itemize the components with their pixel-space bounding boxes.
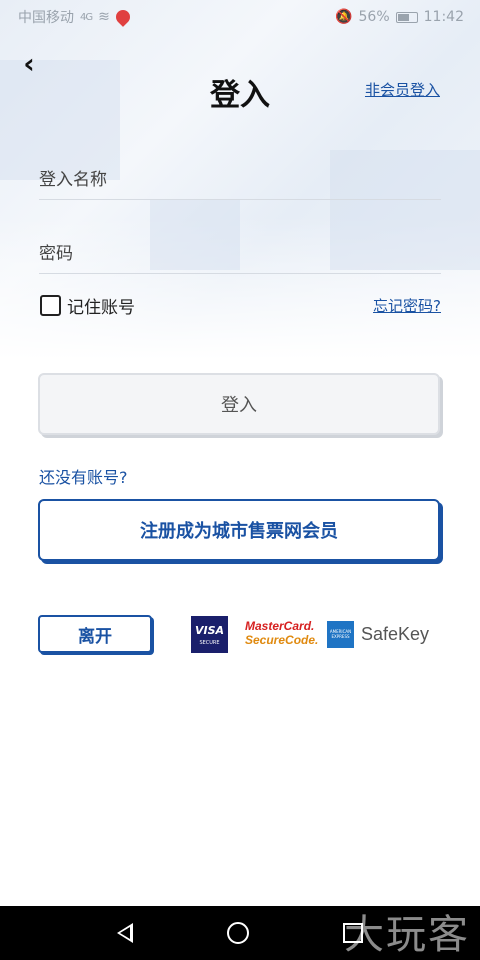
triangle-back-icon[interactable] — [117, 923, 133, 943]
watermark: 大玩客 — [344, 912, 470, 958]
circle-home-icon[interactable] — [227, 922, 249, 944]
status-bar: 中国移动 4G ≋ 🔕 56% 11:42 — [0, 0, 480, 34]
safekey-logo: SafeKey — [361, 624, 430, 644]
username-field — [39, 160, 441, 200]
forgot-password-link[interactable]: 忘记密码? — [373, 295, 441, 316]
amex-text: AMERICAN EXPRESS — [329, 628, 352, 639]
amex-logo: AMERICAN EXPRESS — [327, 621, 354, 648]
status-left: 中国移动 4G ≋ — [18, 7, 133, 27]
wifi-icon: ≋ — [98, 9, 110, 25]
mastercard-text: MasterCard. — [245, 619, 315, 633]
username-input[interactable] — [39, 160, 441, 199]
register-button[interactable]: 注册成为城市售票网会员 — [38, 499, 440, 561]
mute-icon: 🔕 — [335, 9, 353, 25]
signal-type: 4G — [80, 11, 93, 23]
app-header: ‹ 登入 非会员登入 — [0, 40, 480, 140]
mastercard-securecode-logo: MasterCard. SecureCode. — [245, 619, 319, 647]
password-input[interactable] — [39, 234, 441, 273]
no-account-link[interactable]: 还没有账号? — [39, 464, 128, 488]
location-pin-icon — [112, 7, 133, 27]
visa-text: VISA — [194, 623, 225, 637]
battery-percent: 56% — [358, 9, 390, 25]
securecode-text: SecureCode. — [245, 633, 319, 647]
password-field — [39, 234, 441, 274]
remember-label: 记住账号 — [67, 298, 135, 318]
remember-account[interactable]: 记住账号 — [40, 293, 135, 318]
guest-login-link[interactable]: 非会员登入 — [365, 79, 440, 100]
battery-icon — [395, 11, 418, 23]
clock: 11:42 — [423, 9, 464, 25]
visa-secure-logo: VISA SECURE — [191, 616, 228, 653]
leave-button[interactable]: 离开 — [38, 615, 152, 653]
visa-secure-text: SECURE — [199, 639, 220, 646]
remember-checkbox[interactable] — [40, 295, 61, 316]
login-button[interactable]: 登入 — [38, 373, 440, 435]
carrier-name: 中国移动 — [18, 10, 74, 26]
status-right: 🔕 56% 11:42 — [335, 9, 464, 25]
